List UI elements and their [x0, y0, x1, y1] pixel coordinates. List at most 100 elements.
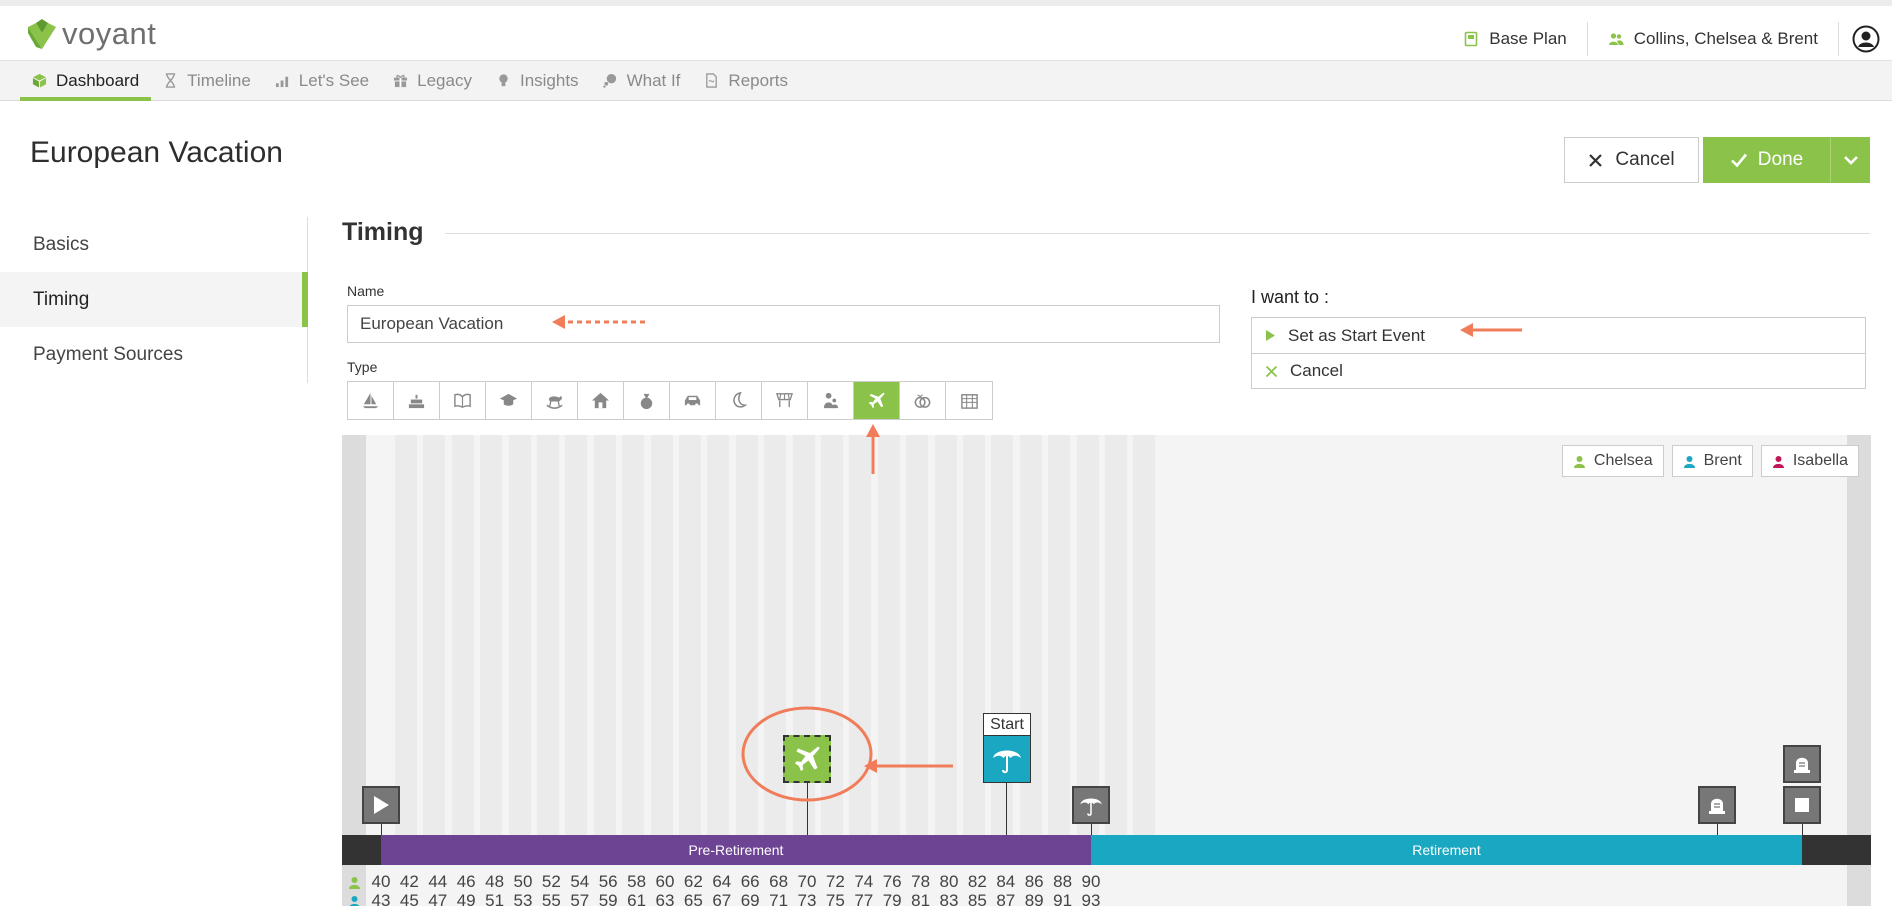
person-icon — [1772, 455, 1784, 468]
end-of-life-marker[interactable] — [1698, 786, 1736, 824]
chelsea-age-label: 42 — [399, 872, 419, 891]
brent-age-label: 83 — [939, 891, 959, 906]
phase-pre-retirement[interactable]: Pre-Retirement — [381, 835, 1091, 865]
legend-brent-label: Brent — [1703, 452, 1742, 469]
legend-isabella[interactable]: Isabella — [1760, 445, 1859, 477]
chelsea-age-label: 64 — [712, 872, 732, 891]
chelsea-age-label: 46 — [456, 872, 476, 891]
type-airplane[interactable] — [854, 382, 900, 419]
brent-age-label: 53 — [513, 891, 533, 906]
moon-icon — [733, 391, 748, 408]
type-moon[interactable] — [716, 382, 762, 419]
year-stripe — [565, 435, 588, 835]
sidebar-item-timing[interactable]: Timing — [0, 272, 308, 327]
voyant-logo-icon — [28, 19, 56, 49]
birthday-cake-icon — [408, 394, 425, 409]
type-graduation[interactable] — [486, 382, 532, 419]
type-wedding-rings[interactable] — [900, 382, 946, 419]
phase-retirement[interactable]: Retirement — [1091, 835, 1802, 865]
type-family[interactable] — [808, 382, 854, 419]
wedding-rings-icon — [914, 394, 931, 408]
type-awning[interactable] — [762, 382, 808, 419]
type-rocking-horse[interactable] — [532, 382, 578, 419]
brent-age-label: 93 — [1081, 891, 1101, 906]
chelsea-age-label: 56 — [598, 872, 618, 891]
set-as-start-event-option[interactable]: Set as Start Event — [1252, 318, 1865, 353]
done-button[interactable]: Done — [1703, 137, 1830, 183]
brent-age-label: 51 — [485, 891, 505, 906]
checkmark-icon — [1730, 153, 1747, 168]
retirement-start-marker[interactable] — [983, 735, 1031, 783]
sidebar-item-label: Payment Sources — [33, 343, 183, 365]
year-stripe — [1133, 435, 1156, 835]
beach-umbrella-icon — [993, 750, 1021, 774]
retirement-marker[interactable] — [1072, 786, 1110, 824]
legend-brent[interactable]: Brent — [1671, 445, 1753, 477]
section-title: Timing — [342, 218, 446, 247]
sidebar-item-basics[interactable]: Basics — [0, 217, 307, 272]
tab-what-if-label: What If — [626, 70, 681, 90]
chevron-down-icon — [1843, 156, 1858, 165]
type-house[interactable] — [578, 382, 624, 419]
set-as-start-event-label: Set as Start Event — [1288, 325, 1426, 345]
close-icon — [1589, 153, 1603, 167]
brent-age-label: 89 — [1024, 891, 1044, 906]
tab-insights-label: Insights — [519, 70, 579, 90]
rocking-horse-icon — [546, 395, 563, 409]
brent-age-label: 67 — [712, 891, 732, 906]
brent-age-label: 87 — [996, 891, 1016, 906]
european-vacation-marker[interactable] — [783, 735, 831, 783]
chelsea-age-label: 44 — [428, 872, 448, 891]
type-open-book[interactable] — [440, 382, 486, 419]
stop-icon — [1795, 798, 1809, 812]
event-timeline[interactable]: Chelsea Brent Isabella Start Pre-Retirem… — [342, 435, 1871, 906]
chelsea-age-label: 78 — [911, 872, 931, 891]
end-of-life-marker[interactable] — [1783, 745, 1821, 783]
sidebar-item-label: Basics — [33, 233, 89, 255]
chelsea-age-label: 76 — [882, 872, 902, 891]
tab-dashboard[interactable]: Dashboard — [20, 61, 152, 101]
brent-age-label: 57 — [570, 891, 590, 906]
chelsea-age-label: 62 — [683, 872, 703, 891]
tab-timeline[interactable]: Timeline — [151, 61, 263, 100]
plan-end-marker[interactable] — [1783, 786, 1821, 824]
brent-age-label: 75 — [825, 891, 845, 906]
voyant-logo[interactable]: voyant — [28, 16, 156, 52]
chelsea-age-label: 58 — [627, 872, 647, 891]
tombstone-icon — [1794, 757, 1810, 773]
type-money-bag[interactable] — [624, 382, 670, 419]
brent-age-label: 43 — [371, 891, 391, 906]
year-stripe — [480, 435, 503, 835]
year-stripe — [537, 435, 559, 835]
done-menu-button[interactable] — [1830, 137, 1870, 183]
legend-chelsea[interactable]: Chelsea — [1561, 445, 1664, 477]
event-name-input[interactable] — [347, 305, 1220, 343]
sidebar-item-payment-sources[interactable]: Payment Sources — [0, 327, 307, 382]
year-stripe — [395, 435, 417, 835]
type-birthday-cake[interactable] — [394, 382, 440, 419]
tab-lets-see[interactable]: Let's See — [263, 61, 381, 100]
profile-button[interactable] — [1838, 22, 1892, 56]
tab-what-if[interactable]: What If — [591, 61, 693, 100]
chelsea-age-label: 80 — [939, 872, 959, 891]
chelsea-age-label: 52 — [541, 872, 561, 891]
tab-insights[interactable]: Insights — [484, 61, 591, 100]
event-type-picker — [347, 381, 993, 420]
phase-retirement-label: Retirement — [1412, 842, 1481, 858]
tab-reports[interactable]: Reports — [692, 61, 800, 100]
clients-button[interactable]: Collins, Chelsea & Brent — [1586, 22, 1838, 56]
beach-umbrella-icon — [1080, 798, 1102, 816]
year-stripe — [451, 435, 474, 835]
type-calendar[interactable] — [946, 382, 992, 419]
base-plan-button[interactable]: Base Plan — [1443, 22, 1587, 56]
brent-age-label: 71 — [769, 891, 789, 906]
type-car[interactable] — [670, 382, 716, 419]
type-label: Type — [347, 359, 378, 375]
cancel-button[interactable]: Cancel — [1564, 137, 1699, 183]
year-stripe — [877, 435, 900, 835]
chelsea-age-label: 72 — [825, 872, 845, 891]
type-sailboat[interactable] — [348, 382, 394, 419]
tab-legacy[interactable]: Legacy — [381, 61, 484, 100]
plan-start-marker[interactable] — [362, 786, 400, 824]
cancel-option[interactable]: Cancel — [1252, 353, 1865, 388]
